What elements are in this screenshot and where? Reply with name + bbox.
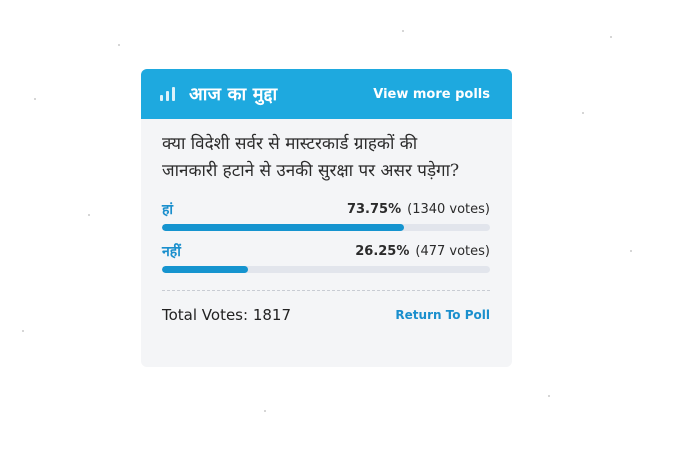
bar-chart-icon (160, 87, 175, 101)
poll-option-header: हां 73.75% (1340 votes) (162, 200, 490, 218)
poll-option-yes[interactable]: हां 73.75% (1340 votes) (162, 200, 490, 231)
poll-question: क्या विदेशी सर्वर से मास्टरकार्ड ग्राहको… (162, 134, 460, 181)
result-bar-track (162, 266, 490, 273)
poll-option-label: हां (162, 201, 174, 218)
poll-option-stats: 73.75% (1340 votes) (347, 202, 490, 217)
poll-option-header: नहीं 26.25% (477 votes) (162, 242, 490, 260)
poll-option-votes: (1340 votes) (407, 201, 490, 217)
poll-footer: Total Votes: 1817 Return To Poll (162, 291, 490, 339)
poll-option-percent: 26.25% (355, 243, 410, 259)
poll-header: आज का मुद्दा View more polls (141, 69, 512, 119)
poll-option-label: नहीं (162, 243, 181, 260)
return-to-poll-link[interactable]: Return To Poll (395, 308, 490, 322)
result-bar-track (162, 224, 490, 231)
poll-option-percent: 73.75% (346, 201, 402, 217)
result-bar-fill (162, 266, 249, 273)
total-votes: Total Votes: 1817 (162, 306, 291, 324)
poll-widget: आज का मुद्दा View more polls क्या विदेशी… (141, 69, 512, 367)
poll-option-no[interactable]: नहीं 26.25% (477 votes) (162, 242, 490, 273)
result-bar-fill (162, 224, 404, 231)
poll-option-stats: 26.25% (477 votes) (355, 244, 490, 259)
poll-option-votes: (477 votes) (415, 243, 490, 259)
poll-body: क्या विदेशी सर्वर से मास्टरकार्ड ग्राहको… (141, 119, 512, 339)
poll-title: आज का मुद्दा (189, 84, 278, 105)
view-more-polls-link[interactable]: View more polls (373, 87, 490, 102)
poll-header-title-group: आज का मुद्दा (160, 82, 277, 106)
